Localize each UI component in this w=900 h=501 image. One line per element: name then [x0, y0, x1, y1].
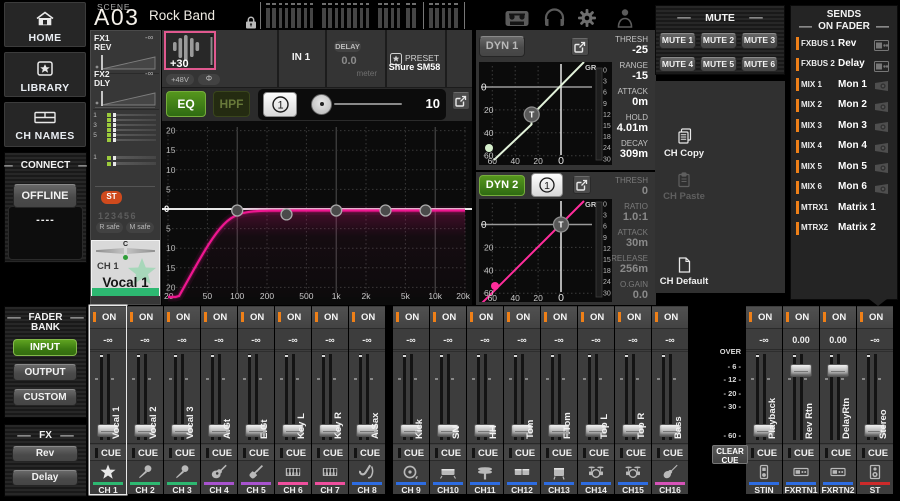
- svg-text:1: 1: [544, 180, 550, 192]
- svg-text:GR: GR: [585, 63, 597, 72]
- svg-text:20: 20: [533, 156, 543, 165]
- svg-text:12: 12: [603, 112, 611, 119]
- svg-text:5: 5: [166, 184, 171, 194]
- svg-text:30: 30: [603, 156, 611, 163]
- svg-text:0: 0: [481, 83, 487, 94]
- svg-text:0: 0: [558, 155, 564, 165]
- svg-text:3: 3: [603, 213, 607, 220]
- svg-text:15: 15: [166, 263, 176, 273]
- svg-text:24: 24: [603, 279, 611, 286]
- svg-text:T: T: [529, 110, 535, 120]
- svg-text:40: 40: [484, 265, 494, 275]
- svg-text:0: 0: [481, 220, 487, 231]
- svg-text:5: 5: [166, 224, 171, 234]
- svg-text:60: 60: [488, 156, 498, 165]
- svg-text:10: 10: [166, 243, 176, 253]
- svg-text:T: T: [558, 220, 564, 230]
- svg-text:10: 10: [166, 165, 176, 175]
- svg-text:24: 24: [603, 145, 611, 152]
- svg-text:15: 15: [166, 145, 176, 155]
- svg-text:3: 3: [603, 79, 607, 86]
- svg-text:18: 18: [603, 134, 611, 141]
- svg-text:15: 15: [603, 123, 611, 130]
- svg-text:9: 9: [603, 235, 607, 242]
- svg-text:0: 0: [164, 204, 169, 215]
- svg-text:0: 0: [603, 202, 607, 209]
- svg-text:30: 30: [603, 290, 611, 297]
- svg-text:6: 6: [603, 224, 607, 231]
- svg-text:9: 9: [603, 101, 607, 108]
- svg-text:GR: GR: [585, 200, 597, 209]
- svg-text:0: 0: [558, 292, 564, 302]
- svg-text:15: 15: [603, 257, 611, 264]
- svg-text:20: 20: [484, 242, 494, 252]
- svg-text:18: 18: [603, 268, 611, 275]
- svg-text:20: 20: [484, 105, 494, 115]
- svg-text:0: 0: [603, 68, 607, 75]
- svg-text:40: 40: [510, 156, 520, 165]
- svg-text:40: 40: [484, 128, 494, 138]
- svg-text:20: 20: [166, 126, 176, 136]
- svg-text:1: 1: [277, 100, 283, 112]
- svg-text:6: 6: [603, 90, 607, 97]
- svg-text:12: 12: [603, 246, 611, 253]
- svg-text:20: 20: [533, 293, 543, 302]
- svg-text:60: 60: [488, 293, 498, 302]
- svg-text:40: 40: [510, 293, 520, 302]
